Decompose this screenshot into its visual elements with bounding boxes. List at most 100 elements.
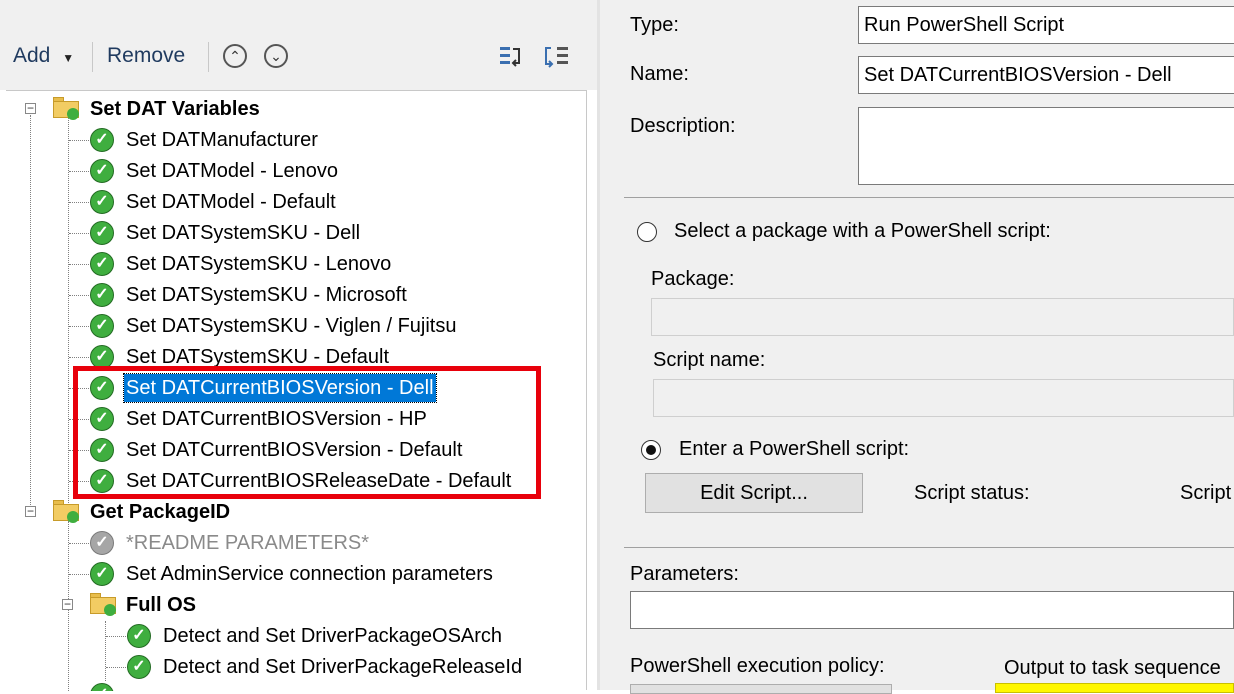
collapse-toggle-icon[interactable]: − (25, 505, 36, 517)
step-label: Set DATManufacturer (126, 129, 318, 151)
folder-icon (53, 97, 79, 120)
script-name-field (653, 379, 1234, 417)
package-field (651, 298, 1234, 336)
step-label: Set DATCurrentBIOSVersion - Dell (123, 373, 437, 403)
parameters-field[interactable] (630, 591, 1234, 629)
output-highlight-field[interactable] (995, 683, 1234, 693)
tree-group-full-os[interactable]: − Full OS (6, 591, 576, 619)
step-label: Set AdminService connection parameters (126, 563, 493, 585)
tree-group-get-packageid[interactable]: − Get PackageID (6, 498, 576, 526)
success-check-icon: ✓ (90, 407, 114, 431)
type-field: Run PowerShell Script (858, 6, 1234, 44)
success-check-icon: ✓ (90, 314, 114, 338)
tree-step-selected[interactable]: ✓ Set DATCurrentBIOSVersion - Dell (6, 373, 576, 403)
success-check-icon: ✓ (90, 252, 114, 276)
success-check-icon: ✓ (90, 562, 114, 586)
disabled-check-icon: ✓ (90, 531, 114, 555)
group-label: Set DAT Variables (90, 98, 260, 120)
type-label: Type: (630, 14, 679, 36)
tree-step[interactable]: ✓ Set DATModel - Lenovo (6, 157, 576, 185)
tree-step[interactable]: ✓ Set DATCurrentBIOSVersion - HP (6, 405, 576, 433)
step-label: Set DATCurrentBIOSVersion - Default (126, 439, 463, 461)
package-label: Package: (651, 268, 735, 290)
enter-script-radio[interactable] (641, 440, 661, 460)
step-properties-pane: Type: Run PowerShell Script Name: Set DA… (600, 0, 1234, 694)
tree-border (586, 90, 587, 690)
tree-group-set-dat-variables[interactable]: − Set DAT Variables (6, 95, 576, 123)
tree-step[interactable]: ✓ Set DATModel - Default (6, 188, 576, 216)
step-label: Detect and Set DriverPackageOSArch (163, 625, 503, 647)
success-check-icon: ✓ (90, 438, 114, 462)
success-check-icon: ✓ (90, 345, 114, 369)
remove-button[interactable]: Remove (107, 44, 185, 68)
toolbar-separator (92, 42, 93, 72)
tree-toolbar: Add ▼ Remove ⌃ ⌄ (0, 0, 597, 90)
tree-step[interactable]: ✓ Set DATSystemSKU - Default (6, 343, 576, 371)
tree-step[interactable]: ✓ Detect and Set DriverPackageReleaseId (6, 653, 576, 681)
section-divider (624, 547, 1234, 548)
group-label: Get PackageID (90, 501, 231, 523)
step-label: Set DATCurrentBIOSVersion - HP (126, 408, 427, 430)
tree-step[interactable]: ✓ Set DATSystemSKU - Microsoft (6, 281, 576, 309)
section-divider (624, 197, 1234, 198)
collapse-all-icon[interactable] (498, 44, 524, 70)
step-label: *README PARAMETERS* (126, 532, 370, 554)
script-name-label: Script name: (653, 349, 766, 371)
execution-policy-label: PowerShell execution policy: (630, 655, 885, 677)
task-sequence-tree-pane: Add ▼ Remove ⌃ ⌄ − Set DAT Variables ✓ S… (0, 0, 597, 691)
enter-script-option-label: Enter a PowerShell script: (679, 438, 910, 460)
add-label: Add (13, 44, 51, 67)
collapse-toggle-icon[interactable]: − (62, 598, 73, 610)
step-label: Detect and Set DriverPackageReleaseId (163, 656, 523, 678)
name-label: Name: (630, 63, 689, 85)
step-label: Set DATCurrentBIOSReleaseDate - Default (126, 470, 512, 492)
parameters-label: Parameters: (630, 563, 739, 585)
success-check-icon: ✓ (127, 655, 151, 679)
tree-step[interactable]: ✓ Set DATCurrentBIOSReleaseDate - Defaul… (6, 467, 576, 495)
success-check-icon: ✓ (127, 624, 151, 648)
tree-step[interactable]: ✓ Detect and Set DriverPackageOSArch (6, 622, 576, 650)
folder-icon (90, 593, 116, 616)
success-check-icon: ✓ (90, 190, 114, 214)
move-up-icon[interactable]: ⌃ (223, 44, 247, 68)
step-label: Set DATModel - Default (126, 191, 336, 213)
success-check-icon: ✓ (90, 376, 114, 400)
success-check-icon: ✓ (90, 469, 114, 493)
description-label: Description: (630, 115, 736, 137)
step-label: Set DATSystemSKU - Lenovo (126, 253, 392, 275)
add-button[interactable]: Add ▼ (13, 44, 74, 68)
step-label: Set DATSystemSKU - Default (126, 346, 390, 368)
step-label: Set DATSystemSKU - Viglen / Fujitsu (126, 315, 457, 337)
execution-policy-dropdown[interactable] (630, 684, 892, 694)
task-sequence-tree: − Set DAT Variables ✓ Set DATManufacture… (6, 90, 586, 691)
success-check-icon: ✓ (90, 283, 114, 307)
step-label: Set DATSystemSKU - Dell (126, 222, 361, 244)
name-field[interactable]: Set DATCurrentBIOSVersion - Dell (858, 56, 1234, 94)
step-label: Set DATModel - Lenovo (126, 160, 338, 182)
edit-script-button[interactable]: Edit Script... (645, 473, 863, 513)
tree-step[interactable]: ✓ Set DATManufacturer (6, 126, 576, 154)
description-field[interactable] (858, 107, 1234, 185)
tree-step[interactable]: ✓ Set DATSystemSKU - Lenovo (6, 250, 576, 278)
toolbar-separator (208, 42, 209, 72)
tree-step[interactable]: ✓ Set DATCurrentBIOSVersion - Default (6, 436, 576, 464)
tree-step[interactable]: ✓ Set DATSystemSKU - Dell (6, 219, 576, 247)
success-check-icon: ✓ (90, 128, 114, 152)
move-down-icon[interactable]: ⌄ (264, 44, 288, 68)
group-label: Full OS (126, 594, 196, 616)
collapse-toggle-icon[interactable]: − (25, 102, 36, 114)
success-check-icon: ✓ (90, 221, 114, 245)
package-script-option-label: Select a package with a PowerShell scrip… (674, 220, 1051, 242)
success-check-icon: ✓ (90, 159, 114, 183)
expand-all-icon[interactable] (543, 44, 571, 70)
tree-step-disabled[interactable]: ✓ *README PARAMETERS* (6, 529, 576, 557)
step-label: Set DATSystemSKU - Microsoft (126, 284, 407, 306)
output-to-task-sequence-label: Output to task sequence (1004, 657, 1221, 679)
tree-step[interactable]: ✓ Set DATSystemSKU - Viglen / Fujitsu (6, 312, 576, 340)
tree-step[interactable]: ✓ Set AdminService connection parameters (6, 560, 576, 588)
folder-icon (53, 500, 79, 523)
script-status-value: Script (1180, 482, 1232, 504)
script-status-label: Script status: (914, 482, 1030, 504)
chevron-down-icon: ▼ (62, 51, 75, 65)
package-script-radio[interactable] (637, 222, 657, 242)
